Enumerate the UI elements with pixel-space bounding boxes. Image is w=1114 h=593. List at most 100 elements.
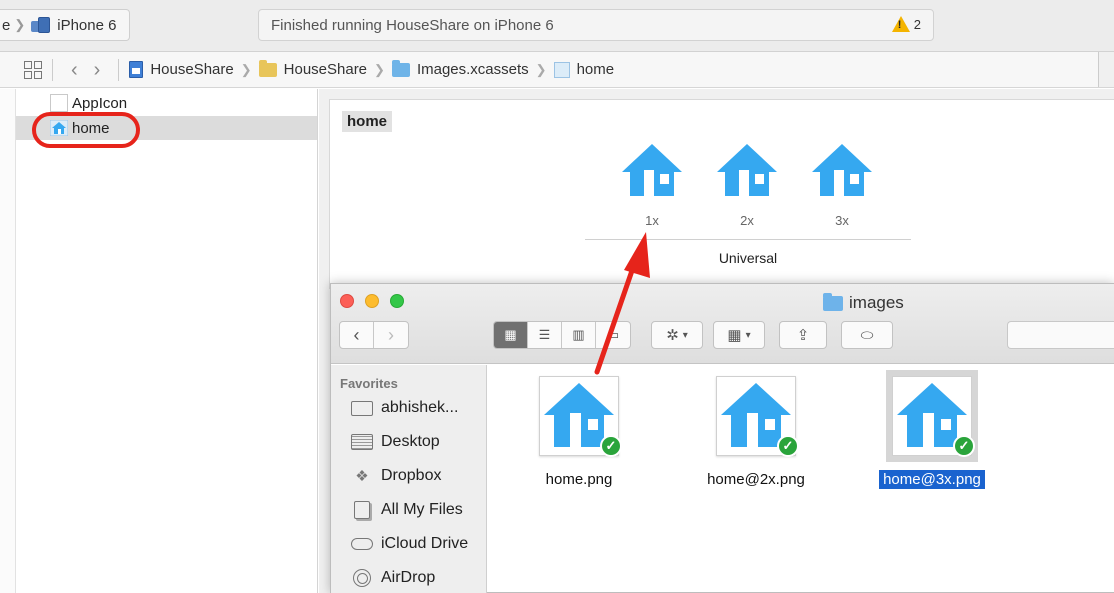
jump-bar: ‹ › HouseShare ❯ HouseShare ❯ Images.xca… bbox=[0, 52, 1114, 88]
crumb-label: home bbox=[576, 61, 615, 78]
file-name: home@2x.png bbox=[707, 471, 805, 488]
status-text: Finished running HouseShare on iPhone 6 bbox=[271, 16, 554, 34]
divider bbox=[118, 58, 120, 81]
cloud-icon bbox=[351, 535, 373, 553]
slot-label: 3x bbox=[835, 213, 849, 228]
action-menu-button[interactable]: ✲ ▾ bbox=[651, 321, 703, 349]
crumb-asset-catalog[interactable]: Images.xcassets bbox=[391, 59, 529, 78]
xcode-toolbar: e ❯ iPhone 6 Finished running HouseShare… bbox=[0, 0, 1114, 52]
sidebar-item-icloud-drive[interactable]: iCloud Drive bbox=[351, 531, 468, 557]
icon-view-icon[interactable]: ▦ bbox=[494, 322, 528, 348]
checkmark-icon: ✓ bbox=[777, 435, 799, 457]
slot-3x[interactable]: 3x bbox=[810, 142, 874, 228]
crumb-label: HouseShare bbox=[283, 61, 368, 78]
cover-flow-icon[interactable]: ▭ bbox=[596, 322, 630, 348]
sidebar-item-label: Desktop bbox=[381, 433, 440, 450]
sidebar-item-label: AirDrop bbox=[381, 569, 436, 586]
search-input[interactable] bbox=[1007, 321, 1114, 349]
crumb-label: Images.xcassets bbox=[416, 61, 529, 78]
column-view-icon[interactable]: ▥ bbox=[562, 322, 596, 348]
list-view-icon[interactable]: ☰ bbox=[528, 322, 562, 348]
warning-indicator[interactable]: ! 2 bbox=[891, 16, 921, 32]
device-name: iPhone 6 bbox=[57, 16, 117, 34]
chevron-right-icon: ❯ bbox=[14, 17, 26, 32]
arrange-icon: ▦ bbox=[727, 327, 742, 344]
files-icon bbox=[351, 501, 373, 519]
favorites-header: Favorites bbox=[340, 376, 398, 391]
scheme-selector[interactable]: e ❯ iPhone 6 bbox=[0, 9, 130, 41]
sidebar-item-desktop[interactable]: Desktop bbox=[351, 429, 440, 455]
sidebar-item-airdrop[interactable]: AirDrop bbox=[351, 565, 435, 591]
dropbox-icon: ❖ bbox=[355, 468, 369, 485]
zoom-button[interactable] bbox=[390, 294, 404, 308]
share-button[interactable]: ⇪ bbox=[779, 321, 827, 349]
airdrop-icon bbox=[351, 569, 373, 587]
slot-2x[interactable]: 2x bbox=[715, 142, 779, 228]
chevron-right-icon: ❯ bbox=[240, 61, 252, 77]
checkmark-icon: ✓ bbox=[953, 435, 975, 457]
file-thumbnail: ✓ bbox=[539, 376, 622, 457]
device-group-label: Universal bbox=[718, 250, 778, 266]
house-icon bbox=[622, 144, 682, 196]
file-item-home[interactable]: ✓ home.png bbox=[509, 376, 649, 489]
project-icon bbox=[129, 61, 144, 78]
warning-icon: ! bbox=[891, 16, 910, 32]
gear-icon: ✲ bbox=[666, 327, 679, 344]
slot-1x[interactable]: 1x bbox=[620, 142, 684, 228]
file-name: home.png bbox=[545, 471, 613, 488]
desktop-icon bbox=[351, 433, 373, 451]
related-items-icon[interactable] bbox=[24, 60, 42, 79]
image-set-name: home bbox=[342, 111, 393, 132]
finder-title: images bbox=[823, 292, 904, 313]
window-title: images bbox=[849, 293, 904, 312]
tags-button[interactable]: ⬭ bbox=[841, 321, 893, 349]
crumb-group[interactable]: HouseShare bbox=[258, 59, 368, 78]
file-thumbnail: ✓ bbox=[716, 376, 799, 457]
asset-catalog-icon bbox=[391, 59, 410, 77]
forward-button[interactable]: › bbox=[374, 322, 408, 348]
editor-options[interactable] bbox=[1098, 52, 1114, 87]
back-arrow-icon[interactable]: ‹ bbox=[63, 60, 86, 80]
sidebar-item-label: Dropbox bbox=[381, 467, 442, 484]
minimize-button[interactable] bbox=[365, 294, 379, 308]
house-icon bbox=[812, 144, 872, 196]
share-icon: ⇪ bbox=[796, 327, 810, 344]
house-icon bbox=[717, 144, 777, 196]
sidebar-item-label: All My Files bbox=[381, 501, 463, 518]
divider bbox=[52, 58, 53, 81]
slot-label: 2x bbox=[740, 213, 754, 228]
divider bbox=[585, 239, 911, 240]
asset-label: AppIcon bbox=[72, 94, 128, 112]
checkmark-icon: ✓ bbox=[600, 435, 622, 457]
file-name: home@3x.png bbox=[879, 470, 985, 489]
folder-icon bbox=[258, 59, 277, 77]
chevron-down-icon: ▾ bbox=[745, 329, 751, 341]
highlight-circle bbox=[32, 112, 140, 148]
crumb-project[interactable]: HouseShare bbox=[129, 61, 234, 78]
back-forward-control: ‹ › bbox=[339, 321, 409, 349]
tag-icon: ⬭ bbox=[860, 326, 874, 344]
finder-titlebar: images ‹ › ▦ ☰ ▥ ▭ ✲ ▾ ▦ ▾ ⇪ ⬭ bbox=[331, 284, 1114, 364]
warning-count: 2 bbox=[913, 16, 921, 32]
file-item-home-3x[interactable]: ✓ home@3x.png bbox=[862, 370, 1002, 489]
finder-window: images ‹ › ▦ ☰ ▥ ▭ ✲ ▾ ▦ ▾ ⇪ ⬭ Favorites bbox=[330, 283, 1114, 593]
sidebar-item-all-my-files[interactable]: All My Files bbox=[351, 497, 463, 523]
back-button[interactable]: ‹ bbox=[340, 322, 374, 348]
appicon-thumbnail bbox=[50, 94, 68, 112]
finder-sidebar: Favorites abhishek... Desktop ❖ Dropbox … bbox=[331, 365, 487, 593]
scheme-name: e bbox=[2, 16, 11, 34]
arrange-menu-button[interactable]: ▦ ▾ bbox=[713, 321, 765, 349]
close-button[interactable] bbox=[340, 294, 354, 308]
folder-icon bbox=[351, 399, 373, 417]
sidebar-item-label: iCloud Drive bbox=[381, 535, 469, 552]
forward-arrow-icon[interactable]: › bbox=[86, 60, 109, 80]
view-mode-control: ▦ ☰ ▥ ▭ bbox=[493, 321, 631, 349]
chevron-down-icon: ▾ bbox=[682, 329, 688, 341]
sidebar-item-home-folder[interactable]: abhishek... bbox=[351, 395, 458, 421]
file-item-home-2x[interactable]: ✓ home@2x.png bbox=[686, 376, 826, 489]
file-thumbnail: ✓ bbox=[886, 370, 978, 462]
crumb-image-set[interactable]: home bbox=[553, 61, 615, 78]
chevron-right-icon: ❯ bbox=[535, 61, 547, 77]
sidebar-item-dropbox[interactable]: ❖ Dropbox bbox=[351, 463, 441, 489]
asset-list: AppIcon home bbox=[0, 89, 318, 593]
